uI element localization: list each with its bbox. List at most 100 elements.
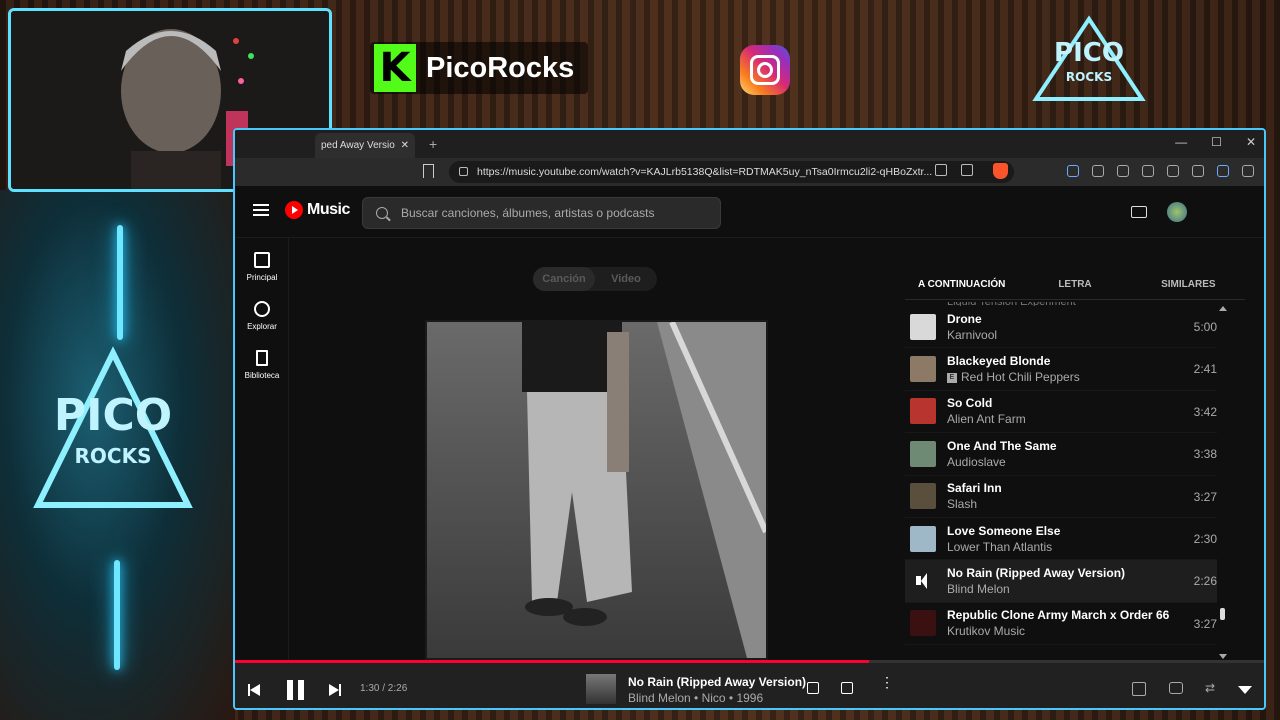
- tab-title: ped Away Versio: [321, 140, 395, 151]
- volume-icon[interactable]: [1132, 682, 1146, 696]
- kick-brand-banner: K PicoRocks: [370, 42, 589, 94]
- home-icon: [254, 252, 270, 268]
- queue-item[interactable]: Safari Inn Slash 3:27: [905, 476, 1217, 518]
- minimize-icon[interactable]: —: [1175, 135, 1187, 149]
- queue-item-title: Love Someone Else: [947, 523, 1061, 538]
- queue-item-duration: 3:27: [1193, 616, 1217, 631]
- dislike-icon[interactable]: [807, 682, 819, 694]
- now-playing-thumbnail[interactable]: [586, 674, 616, 704]
- pause-icon[interactable]: [287, 680, 305, 700]
- queue-item-text: Drone Karnivool: [947, 311, 1217, 343]
- next-icon[interactable]: [329, 684, 341, 696]
- queue-item-thumbnail: [910, 313, 936, 340]
- address-actions: [935, 164, 973, 176]
- share-icon[interactable]: [961, 164, 973, 176]
- svg-text:PICO: PICO: [1054, 38, 1124, 68]
- queue-item[interactable]: Blackeyed Blonde E Red Hot Chili Peppers 2:…: [905, 348, 1217, 391]
- svg-text:ROCKS: ROCKS: [1066, 70, 1112, 84]
- tab-letra[interactable]: LETRA: [1018, 276, 1131, 299]
- queue-item-artist: Krutikov Music: [947, 624, 1026, 639]
- browser-tab[interactable]: ped Away Versio ✕: [315, 133, 415, 158]
- queue-item-duration: 5:00: [1193, 320, 1217, 334]
- like-icon[interactable]: [841, 682, 853, 694]
- queue-tabs: A CONTINUACIÓN LETRA SIMILARES: [905, 276, 1245, 300]
- open-external-icon[interactable]: [935, 164, 947, 176]
- queue-item-text: Love Someone Else Lower Than Atlantis: [947, 523, 1217, 555]
- scroll-down-icon[interactable]: [1219, 654, 1227, 659]
- queue-item[interactable]: So Cold Alien Ant Farm 3:42: [905, 391, 1217, 434]
- queue-item-thumbnail: [910, 356, 936, 383]
- queue-item-duration: 3:38: [1193, 447, 1217, 462]
- maximize-icon[interactable]: ☐: [1211, 135, 1222, 149]
- extensions-icon[interactable]: [1117, 165, 1129, 177]
- queue-item-text: One And The Same Audioslave: [947, 438, 1217, 470]
- audio-icon[interactable]: [1067, 165, 1079, 177]
- queue-item-thumbnail: [910, 440, 936, 467]
- ytm-logo[interactable]: Music: [285, 201, 350, 219]
- hamburger-menu-icon[interactable]: [253, 204, 269, 216]
- tab-bar: ped Away Versio ✕ + — ☐ ✕: [235, 130, 1264, 158]
- close-window-icon[interactable]: ✕: [1246, 135, 1256, 149]
- brave-shields-icon[interactable]: [993, 163, 1008, 179]
- kick-logo-icon: K: [374, 44, 416, 92]
- scroll-up-icon[interactable]: [1219, 306, 1227, 311]
- queue-item[interactable]: Love Someone Else Lower Than Atlantis 2:30: [905, 518, 1217, 561]
- queue-item-artist: Red Hot Chili Peppers: [961, 370, 1080, 385]
- avatar[interactable]: [1167, 202, 1187, 222]
- now-playing-subtitle[interactable]: Blind Melon • Nico • 1996: [628, 691, 763, 705]
- sidebar-icon[interactable]: [1142, 165, 1154, 177]
- leo-icon[interactable]: [1192, 165, 1204, 177]
- queue-item[interactable]: Drone Karnivool 5:00: [905, 306, 1217, 349]
- scroll-thumb[interactable]: [1220, 608, 1225, 620]
- queue-item-artist-line: Blind Melon: [947, 581, 1217, 597]
- repeat-icon[interactable]: [1169, 682, 1183, 694]
- new-tab-button[interactable]: +: [429, 136, 437, 152]
- music-note-icon[interactable]: [1167, 165, 1179, 177]
- search-input[interactable]: [401, 206, 701, 220]
- queue-item-text: Safari Inn Slash: [947, 480, 1217, 512]
- toggle-video[interactable]: Video: [595, 267, 657, 291]
- queue-item-artist-line: Slash: [947, 496, 1217, 512]
- queue-item-artist: Slash: [947, 497, 978, 512]
- tab-similares[interactable]: SIMILARES: [1132, 276, 1245, 299]
- sidebar-item-label: Biblioteca: [244, 371, 280, 380]
- queue-item-duration: 2:41: [1193, 362, 1217, 377]
- url-field[interactable]: https://music.youtube.com/watch?v=KAJLrb…: [449, 161, 1014, 183]
- queue-item[interactable]: No Rain (Ripped Away Version) Blind Melon…: [905, 560, 1217, 603]
- queue-item-title: So Cold: [947, 396, 993, 411]
- ytm-sidebar: Principal Explorar Biblioteca: [235, 238, 289, 660]
- window-controls: — ☐ ✕: [1175, 135, 1256, 149]
- menu-icon[interactable]: [1242, 165, 1254, 177]
- bookmark-icon[interactable]: [423, 164, 434, 178]
- queue-item-artist-line: Alien Ant Farm: [947, 411, 1217, 427]
- queue-item-title: One And The Same: [947, 438, 1057, 453]
- sidebar-item-principal[interactable]: Principal: [235, 252, 289, 282]
- queue-item-artist-line: Krutikov Music: [947, 623, 1217, 639]
- compass-icon: [254, 301, 270, 317]
- queue-item-title: Republic Clone Army March x Order 66: [947, 608, 1170, 623]
- more-options-icon[interactable]: ⋮: [880, 675, 894, 689]
- close-tab-icon[interactable]: ✕: [401, 140, 409, 151]
- sidebar-item-biblioteca[interactable]: Biblioteca: [235, 350, 289, 380]
- search-box[interactable]: [362, 197, 721, 229]
- sidebar-item-label: Principal: [246, 273, 278, 282]
- browser-window: ped Away Versio ✕ + — ☐ ✕ https://music.…: [233, 128, 1266, 710]
- shuffle-icon[interactable]: ⇄: [1205, 682, 1219, 694]
- site-info-icon[interactable]: [459, 167, 468, 176]
- queue-item-title: Safari Inn: [947, 481, 1002, 496]
- previous-icon[interactable]: [248, 684, 260, 696]
- queue-scrollbar[interactable]: [1219, 302, 1227, 660]
- wallet-icon[interactable]: [1217, 165, 1229, 177]
- queue-item[interactable]: One And The Same Audioslave 3:38: [905, 433, 1217, 476]
- queue-item-artist-line: Karnivool: [947, 327, 1217, 343]
- pen-icon[interactable]: [1092, 165, 1104, 177]
- tab-a-continuacion[interactable]: A CONTINUACIÓN: [905, 276, 1018, 299]
- album-artwork-image: [427, 322, 766, 658]
- toggle-cancion[interactable]: Canción: [533, 267, 595, 291]
- sidebar-item-explorar[interactable]: Explorar: [235, 301, 289, 331]
- cast-icon[interactable]: [1131, 206, 1147, 218]
- now-playing-title[interactable]: No Rain (Ripped Away Version): [628, 675, 806, 689]
- queue-item[interactable]: Republic Clone Army March x Order 66 Krut…: [905, 603, 1217, 646]
- expand-player-icon[interactable]: [1238, 686, 1252, 694]
- queue-item-artist: Audioslave: [947, 454, 1006, 469]
